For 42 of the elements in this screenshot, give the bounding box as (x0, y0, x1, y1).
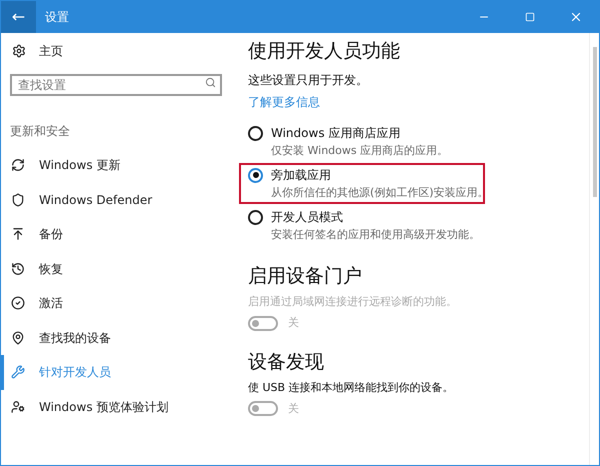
back-button[interactable]: ← (1, 1, 36, 33)
nav-item[interactable]: 激活 (1, 286, 231, 320)
note-text: 这些设置只用于开发。 (248, 72, 369, 89)
radio-option[interactable]: 旁加载应用 (248, 167, 331, 183)
location-icon (11, 330, 25, 345)
nav-item[interactable]: Windows 预览体验计划 (1, 390, 231, 424)
section-description: 使 USB 连接和本地网络能找到你的设备。 (248, 380, 455, 394)
section-heading: 更新和安全 (10, 123, 71, 140)
nav-item[interactable]: 查找我的设备 (1, 320, 231, 355)
maximize-icon (525, 12, 535, 22)
nav-item[interactable]: Windows 更新 (1, 148, 231, 182)
nav-item[interactable]: 备份 (1, 217, 231, 252)
section-title: 设备发现 (248, 350, 325, 374)
history-icon (11, 262, 25, 276)
shield-icon (11, 192, 25, 207)
home-item[interactable]: 主页 (1, 41, 231, 61)
section-description: 启用通过局域网连接进行远程诊断的功能。 (248, 294, 458, 309)
radio-option[interactable]: 开发人员模式 (248, 209, 343, 225)
nav-item[interactable]: 针对开发人员 (1, 355, 231, 390)
wrench-icon (11, 365, 25, 380)
radio-option[interactable]: Windows 应用商店应用 (248, 125, 400, 141)
learn-more-link[interactable]: 了解更多信息 (248, 93, 320, 111)
window-title: 设置 (45, 9, 69, 26)
user-icon (11, 400, 25, 414)
scrollbar[interactable] (589, 33, 599, 465)
nav-item[interactable]: Windows Defender (1, 182, 231, 217)
nav-item[interactable]: 恢复 (1, 252, 231, 286)
toggle-switch[interactable] (248, 401, 278, 416)
upload-icon (11, 227, 25, 242)
sync-icon (11, 158, 25, 172)
settings-icon (12, 44, 26, 58)
close-icon (569, 10, 583, 24)
option-description: 安装任何签名的应用和使用高级开发功能。 (271, 227, 481, 242)
search-icon (205, 77, 216, 88)
toggle-label: 关 (288, 400, 299, 416)
check-circle-icon (11, 296, 25, 310)
option-description: 仅安装 Windows 应用商店的应用。 (271, 143, 450, 158)
toggle-label: 关 (288, 315, 299, 331)
section-title: 启用设备门户 (248, 264, 363, 288)
page-heading: 使用开发人员功能 (248, 39, 401, 63)
search-field[interactable]: 查找设置 (10, 74, 222, 96)
option-description: 从你所信任的其他源(例如工作区)安装应用。 (271, 185, 483, 200)
